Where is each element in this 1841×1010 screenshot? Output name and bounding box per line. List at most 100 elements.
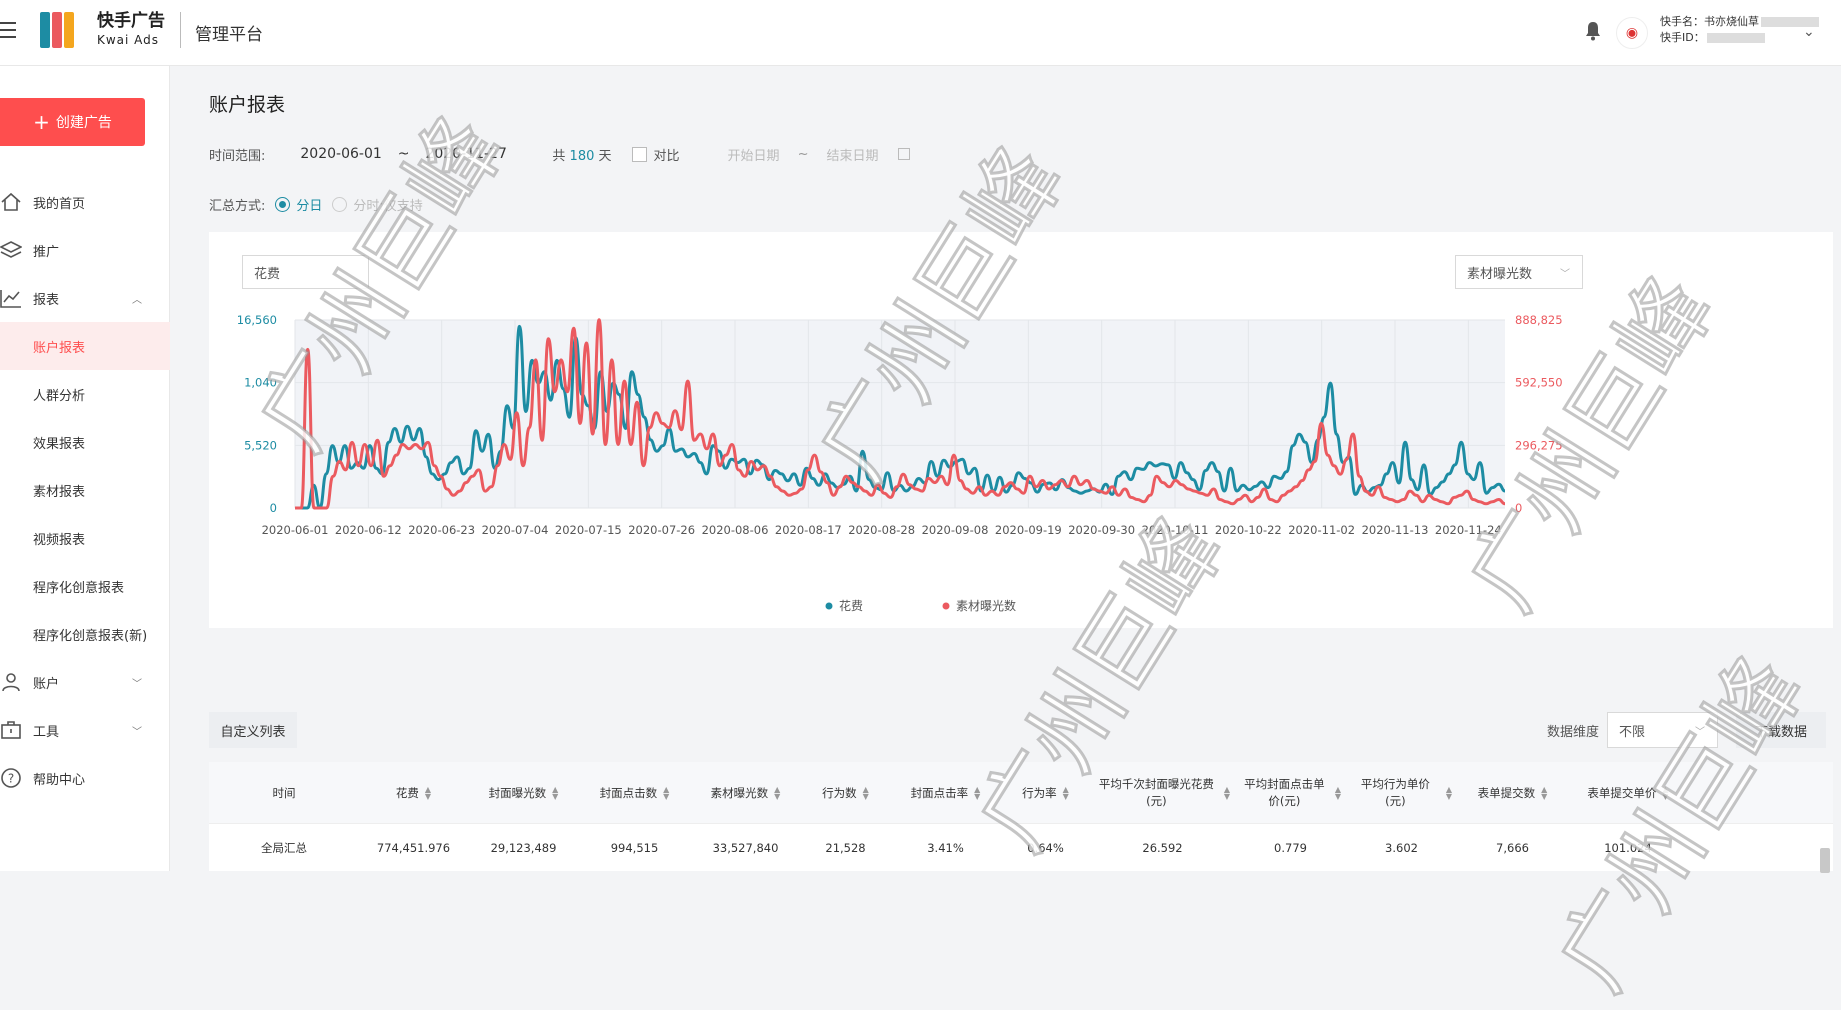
column-header[interactable]: 封面曝光数 ▲ ▼ <box>468 762 579 824</box>
column-header-label: 表单提交数 <box>1477 785 1536 800</box>
column-header[interactable]: 行为率 ▲ ▼ <box>1001 762 1090 824</box>
sort-icon[interactable]: ▲ ▼ <box>1446 786 1452 801</box>
sort-icon[interactable]: ▲ ▼ <box>774 786 780 801</box>
svg-text:?: ? <box>8 772 14 786</box>
avatar[interactable]: ◉ <box>1616 17 1648 49</box>
sidebar-item-reports[interactable]: 报表 ︿ <box>0 274 170 322</box>
hourly-radio-label: 分时:仅支持 <box>353 198 423 214</box>
chevron-down-icon[interactable]: ⌄ <box>1803 24 1815 40</box>
column-header[interactable]: 表单提交单价 ▲ ▼ <box>1568 762 1688 824</box>
home-icon <box>1 192 21 211</box>
column-header: 时间 <box>209 762 359 824</box>
logo-text: 快手广告 Kwai Ads <box>97 12 165 47</box>
x-tick-label: 2020-11-13 <box>1362 523 1429 537</box>
sort-icon[interactable]: ▲ ▼ <box>425 786 431 801</box>
chevron-down-icon: ﹀ <box>1695 726 1705 738</box>
legend-label: 素材曝光数 <box>956 598 1016 613</box>
column-header-label: 素材曝光数 <box>710 785 769 800</box>
date-separator: ~ <box>397 146 410 162</box>
hourly-radio[interactable] <box>332 196 348 212</box>
sidebar-item-help[interactable]: ? 帮助中心 <box>0 754 170 802</box>
table-cell: 29,123,489 <box>490 840 557 855</box>
sidebar-item-account[interactable]: 账户 ﹀ <box>0 658 170 706</box>
y-right-tick-label: 0 <box>1515 501 1522 515</box>
dimension-select[interactable]: 不限 ﹀ <box>1607 712 1718 748</box>
column-header-label: 封面点击率 <box>910 785 969 800</box>
chart-line-icon <box>0 290 21 308</box>
sidebar: + 创建广告 我的首页 推广 报表 ︿ 账户报表 人群分析 效果报表 素材报表 视… <box>0 66 170 871</box>
column-header[interactable]: 花费 ▲ ▼ <box>359 762 468 824</box>
table-toolbar: 自定义列表 数据维度 不限 ﹀ 下载数据 <box>209 712 1833 748</box>
sidebar-item-label: 我的首页 <box>33 196 86 212</box>
column-header[interactable]: 封面点击率 ▲ ▼ <box>890 762 1001 824</box>
create-ad-button[interactable]: + 创建广告 <box>0 98 145 146</box>
sidebar-item-programmatic-report[interactable]: 程序化创意报表 <box>0 562 170 610</box>
sort-icon[interactable]: ▲ ▼ <box>1335 786 1341 801</box>
user-icon <box>2 673 20 692</box>
download-data-button[interactable]: 下载数据 <box>1736 712 1826 748</box>
table-cell: 3.41% <box>927 840 964 855</box>
sort-icon[interactable]: ▲ ▼ <box>1224 786 1230 801</box>
x-tick-label: 2020-07-15 <box>555 523 622 537</box>
user-id-label: 快手ID： <box>1660 30 1819 46</box>
column-header[interactable]: 行为数 ▲ ▼ <box>801 762 890 824</box>
sidebar-item-performance-report[interactable]: 效果报表 <box>0 418 170 466</box>
x-tick-label: 2020-07-26 <box>628 523 695 537</box>
time-range-label: 时间范围: <box>209 148 266 164</box>
start-date: 2020-06-01 <box>300 146 382 162</box>
sort-icon[interactable]: ▲ ▼ <box>1541 786 1547 801</box>
vertical-scrollbar[interactable] <box>1820 848 1830 873</box>
sidebar-item-promotion[interactable]: 推广 <box>0 226 170 274</box>
custom-columns-button[interactable]: 自定义列表 <box>209 712 297 748</box>
compare-end-placeholder: 结束日期 <box>826 148 879 164</box>
menu-icon[interactable] <box>0 22 16 43</box>
logo-name-en: Kwai Ads <box>97 32 160 47</box>
sidebar-item-account-report[interactable]: 账户报表 <box>0 322 170 370</box>
user-info[interactable]: 快手名：书亦烧仙草 快手ID： <box>1660 14 1819 46</box>
end-date: 2020-11-27 <box>425 146 507 162</box>
x-tick-label: 2020-06-12 <box>335 523 402 537</box>
sidebar-item-programmatic-report-new[interactable]: 程序化创意报表(新) <box>0 610 170 658</box>
compare-separator: ~ <box>797 146 809 162</box>
sidebar-item-home[interactable]: 我的首页 <box>0 178 170 226</box>
compare-date-range-picker[interactable]: 开始日期 ~ 结束日期 <box>694 136 947 172</box>
table-cell: 0.779 <box>1274 840 1307 855</box>
table-cell: 101.024 <box>1604 840 1652 855</box>
column-header-label: 花费 <box>395 785 419 800</box>
column-header[interactable]: 平均行为单价(元) ▲ ▼ <box>1346 762 1457 824</box>
top-bar: 快手广告 Kwai Ads 管理平台 ◉ 快手名：书亦烧仙草 快手ID： ⌄ <box>0 0 1841 66</box>
x-tick-label: 2020-06-23 <box>408 523 475 537</box>
days-suffix: 天 <box>598 148 612 164</box>
table-cell: 21,528 <box>825 840 866 855</box>
table-cell: 7,666 <box>1496 840 1529 855</box>
column-header[interactable]: 表单提交数 ▲ ▼ <box>1457 762 1568 824</box>
sort-icon[interactable]: ▲ ▼ <box>863 786 869 801</box>
column-header[interactable]: 封面点击数 ▲ ▼ <box>579 762 690 824</box>
table-cell: 33,527,840 <box>712 840 779 855</box>
aggregation-row: 汇总方式: 分日 分时:仅支持 <box>209 192 423 216</box>
x-tick-label: 2020-06-01 <box>262 523 329 537</box>
daily-radio[interactable] <box>275 196 291 212</box>
column-header[interactable]: 平均封面点击单价(元) ▲ ▼ <box>1235 762 1346 824</box>
date-range-picker[interactable]: 2020-06-01 ~ 2020-11-27 <box>275 136 543 172</box>
chevron-up-icon: ︿ <box>132 294 142 306</box>
x-tick-label: 2020-08-17 <box>775 523 842 537</box>
sort-icon[interactable]: ▲ ▼ <box>974 786 980 801</box>
sidebar-item-material-report[interactable]: 素材报表 <box>0 466 170 514</box>
sidebar-item-video-report[interactable]: 视频报表 <box>0 514 170 562</box>
sort-icon[interactable]: ▲ ▼ <box>663 786 669 801</box>
days-value: 180 <box>569 148 595 164</box>
column-header[interactable]: 平均千次封面曝光花费(元) ▲ ▼ <box>1090 762 1235 824</box>
table-cell: 774,451.976 <box>376 840 451 855</box>
compare-checkbox[interactable] <box>631 146 647 162</box>
sort-icon[interactable]: ▲ ▼ <box>552 786 558 801</box>
sort-icon[interactable]: ▲ ▼ <box>1063 786 1069 801</box>
sidebar-item-tools[interactable]: 工具 ﹀ <box>0 706 170 754</box>
bell-icon[interactable] <box>1584 21 1602 41</box>
daily-radio-label: 分日 <box>296 198 323 214</box>
sort-icon[interactable]: ▲ ▼ <box>1662 786 1668 801</box>
column-header-label: 封面点击数 <box>599 785 658 800</box>
sidebar-item-audience-analysis[interactable]: 人群分析 <box>0 370 170 418</box>
column-header[interactable]: 素材曝光数 ▲ ▼ <box>690 762 801 824</box>
x-tick-label: 2020-11-24 <box>1435 523 1502 537</box>
